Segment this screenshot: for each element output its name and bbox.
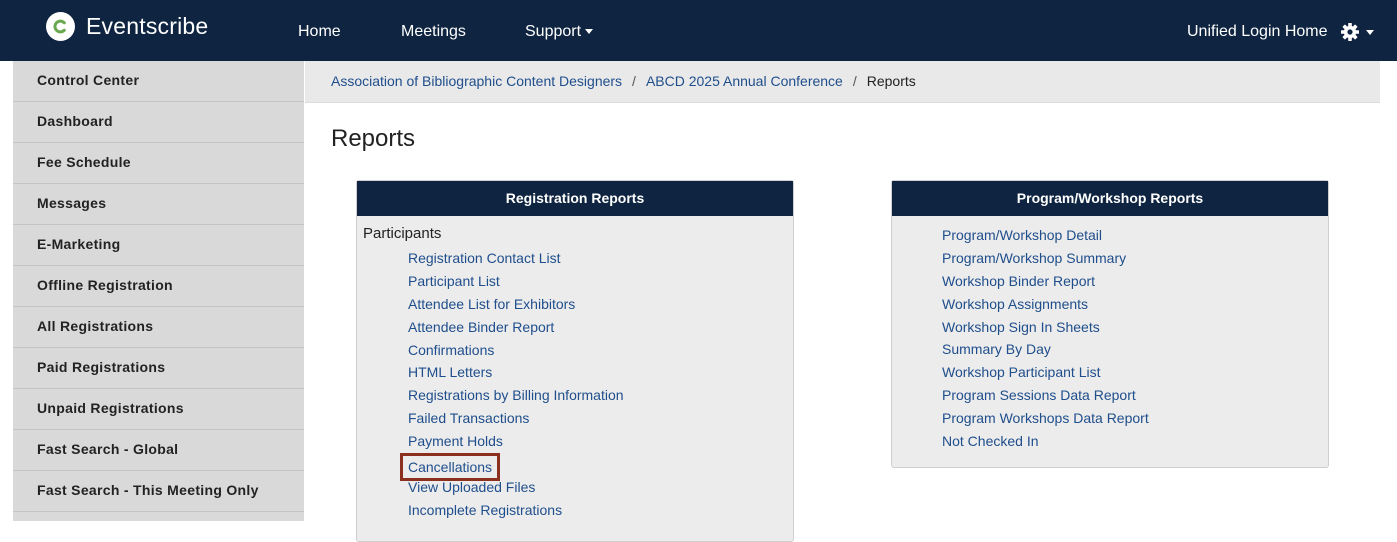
report-link-program-sessions-data[interactable]: Program Sessions Data Report	[942, 384, 1328, 407]
report-link-html-letters[interactable]: HTML Letters	[408, 361, 793, 384]
report-link-program-workshop-summary[interactable]: Program/Workshop Summary	[942, 247, 1328, 270]
report-link-cancellations[interactable]: Cancellations	[400, 453, 793, 482]
report-link-workshop-assignments[interactable]: Workshop Assignments	[942, 293, 1328, 316]
report-link-workshop-sign-in-sheets[interactable]: Workshop Sign In Sheets	[942, 316, 1328, 339]
report-link-participant-list[interactable]: Participant List	[408, 270, 793, 293]
report-link-view-uploaded-files[interactable]: View Uploaded Files	[408, 476, 793, 499]
sidebar-item-fast-search-global[interactable]: Fast Search - Global	[13, 430, 304, 471]
nav-support[interactable]: Support	[525, 23, 594, 41]
nav-support-label: Support	[525, 23, 582, 40]
program-workshop-reports-header: Program/Workshop Reports	[892, 181, 1328, 216]
c-logo-icon	[53, 19, 66, 34]
nav-meetings[interactable]: Meetings	[401, 23, 466, 41]
report-link-incomplete-registrations[interactable]: Incomplete Registrations	[408, 499, 793, 522]
breadcrumb-org-link[interactable]: Association of Bibliographic Content Des…	[331, 73, 622, 89]
sidebar-item-dashboard[interactable]: Dashboard	[13, 102, 304, 143]
sidebar-item-control-center[interactable]: Control Center	[13, 61, 304, 102]
report-link-program-workshops-data[interactable]: Program Workshops Data Report	[942, 407, 1328, 430]
sidebar-item-fee-schedule[interactable]: Fee Schedule	[13, 143, 304, 184]
report-link-workshop-participant-list[interactable]: Workshop Participant List	[942, 361, 1328, 384]
report-link-registrations-billing[interactable]: Registrations by Billing Information	[408, 384, 793, 407]
brand-logo[interactable]: Eventscribe	[46, 12, 208, 41]
report-link-payment-holds[interactable]: Payment Holds	[408, 430, 793, 453]
report-link-summary-by-day[interactable]: Summary By Day	[942, 338, 1328, 361]
sidebar-item-messages[interactable]: Messages	[13, 184, 304, 225]
report-link-program-workshop-detail[interactable]: Program/Workshop Detail	[942, 224, 1328, 247]
chevron-down-icon	[585, 29, 594, 35]
page-title: Reports	[331, 125, 416, 152]
breadcrumb-separator: /	[852, 73, 857, 89]
participants-section-label: Participants	[363, 225, 442, 242]
breadcrumb-separator: /	[632, 73, 636, 89]
program-workshop-reports-panel: Program/Workshop Reports Program/Worksho…	[891, 180, 1329, 468]
chevron-down-icon	[1366, 29, 1374, 35]
nav-unified-login-home[interactable]: Unified Login Home	[1187, 23, 1328, 41]
sidebar-item-offline-registration[interactable]: Offline Registration	[13, 266, 304, 307]
gear-icon	[1341, 23, 1359, 41]
breadcrumb-current: Reports	[866, 73, 916, 89]
top-navbar: Eventscribe Home Meetings Support Unifie…	[0, 0, 1397, 61]
sidebar-item-paid-registrations[interactable]: Paid Registrations	[13, 348, 304, 389]
logo-mark	[46, 12, 75, 41]
report-link-confirmations[interactable]: Confirmations	[408, 339, 793, 362]
report-link-attendee-list-exhibitors[interactable]: Attendee List for Exhibitors	[408, 293, 793, 316]
breadcrumb-event-link[interactable]: ABCD 2025 Annual Conference	[646, 73, 843, 89]
brand-name: Eventscribe	[86, 13, 209, 39]
sidebar-item-unpaid-registrations[interactable]: Unpaid Registrations	[13, 389, 304, 430]
report-link-attendee-binder-report[interactable]: Attendee Binder Report	[408, 316, 793, 339]
nav-home[interactable]: Home	[298, 23, 341, 41]
registration-reports-panel: Registration Reports Participants Regist…	[356, 180, 794, 542]
registration-reports-header: Registration Reports	[357, 181, 793, 216]
report-link-workshop-binder-report[interactable]: Workshop Binder Report	[942, 270, 1328, 293]
sidebar-item-e-marketing[interactable]: E-Marketing	[13, 225, 304, 266]
settings-menu[interactable]	[1340, 22, 1374, 42]
report-link-registration-contact-list[interactable]: Registration Contact List	[408, 247, 793, 270]
sidebar-menu: Control Center Dashboard Fee Schedule Me…	[13, 61, 304, 521]
breadcrumb: Association of Bibliographic Content Des…	[305, 61, 1380, 103]
sidebar-item-fast-search-meeting[interactable]: Fast Search - This Meeting Only	[13, 471, 304, 512]
report-link-failed-transactions[interactable]: Failed Transactions	[408, 407, 793, 430]
sidebar-item-all-registrations[interactable]: All Registrations	[13, 307, 304, 348]
report-link-not-checked-in[interactable]: Not Checked In	[942, 430, 1328, 453]
